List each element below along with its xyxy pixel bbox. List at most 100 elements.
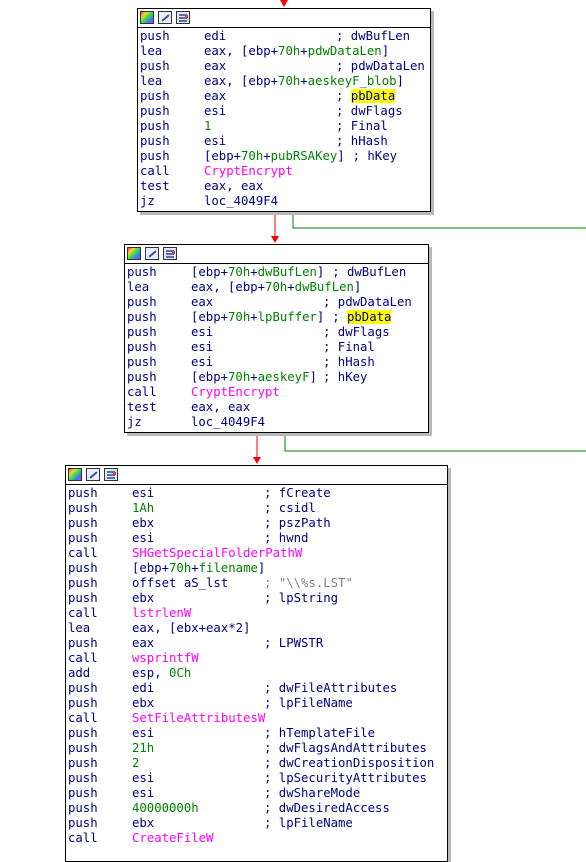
instruction-line[interactable]: push esi ; dwFlags: [127, 325, 428, 340]
operand: [ebp+70h+aeskeyF]: [191, 370, 317, 384]
instruction-line[interactable]: push eax ; pdwDataLen: [140, 59, 430, 74]
instruction-line[interactable]: push edi ; dwBufLen: [140, 29, 430, 44]
comment: ; dwFlagsAndAttributes: [264, 741, 427, 755]
instruction-line[interactable]: push [ebp+70h+pubRSAKey] ; hKey: [140, 149, 430, 164]
comment: ; dwFileAttributes: [264, 681, 398, 695]
instruction-line[interactable]: call SetFileAttributesW: [68, 711, 447, 726]
comment: ; hwnd: [264, 531, 309, 545]
mnemonic: test: [127, 400, 157, 414]
mnemonic: add: [68, 666, 91, 680]
graph-overview-icon[interactable]: [127, 247, 141, 260]
code-block-1[interactable]: push edi ; dwBufLen lea eax, [ebp+70h+pdwDat…: [137, 8, 431, 212]
mnemonic: push: [68, 486, 98, 500]
mnemonic: jz: [127, 415, 142, 429]
instruction-line[interactable]: push ebx ; lpString: [68, 591, 447, 606]
instruction-line[interactable]: push esi ; hHash: [140, 134, 430, 149]
instruction-line[interactable]: push [ebp+70h+aeskeyF] ; hKey: [127, 370, 428, 385]
edit-block-icon[interactable]: [86, 468, 100, 481]
mnemonic: call: [68, 651, 98, 665]
instruction-line[interactable]: push esi ; hHash: [127, 355, 428, 370]
instruction-line[interactable]: call CreateFileW: [68, 831, 447, 846]
instruction-line[interactable]: add esp, 0Ch: [68, 666, 447, 681]
instruction-line[interactable]: push esi ; Final: [127, 340, 428, 355]
code-block-2[interactable]: push [ebp+70h+dwBufLen] ; dwBufLen lea eax, …: [124, 244, 429, 433]
mnemonic: push: [68, 576, 98, 590]
instruction-line[interactable]: call lstrlenW: [68, 606, 447, 621]
operand: [ebp+70h+filename]: [132, 561, 266, 575]
instruction-line[interactable]: lea eax, [ebp+70h+pdwDataLen]: [140, 44, 430, 59]
comment: ; dwFlags: [336, 104, 403, 118]
instruction-line[interactable]: push ebx ; lpFileName: [68, 816, 447, 831]
operand: offset aS_lst: [132, 576, 229, 590]
instruction-line[interactable]: push ebx ; pszPath: [68, 516, 447, 531]
instruction-line[interactable]: push [ebp+70h+dwBufLen] ; dwBufLen: [127, 265, 428, 280]
instruction-line[interactable]: push 40000000h ; dwDesiredAccess: [68, 801, 447, 816]
instruction-line[interactable]: push esi ; dwShareMode: [68, 786, 447, 801]
instruction-line[interactable]: call SHGetSpecialFolderPathW: [68, 546, 447, 561]
instruction-line[interactable]: jz loc_4049F4: [127, 415, 428, 430]
instruction-line[interactable]: push 1 ; Final: [140, 119, 430, 134]
instruction-line[interactable]: push esi ; dwFlags: [140, 104, 430, 119]
instruction-line[interactable]: push esi ; hTemplateFile: [68, 726, 447, 741]
comment: ; dwFlags: [323, 325, 390, 339]
edit-block-icon[interactable]: [158, 11, 172, 24]
comment: ; pszPath: [264, 516, 331, 530]
instruction-line[interactable]: push [ebp+70h+filename]: [68, 561, 447, 576]
operand: eax: [191, 295, 214, 309]
code-block-3[interactable]: push esi ; fCreate push 1Ah ; csidl push ebx ; p…: [65, 465, 448, 862]
instruction-line[interactable]: push eax ; LPWSTR: [68, 636, 447, 651]
instruction-line[interactable]: test eax, eax: [127, 400, 428, 415]
instruction-list: push esi ; fCreate push 1Ah ; csidl push ebx ; p…: [66, 485, 447, 848]
mnemonic: push: [140, 149, 170, 163]
mnemonic: lea: [127, 280, 150, 294]
operand: esp, 0Ch: [132, 666, 192, 680]
text-view-icon[interactable]: [104, 468, 118, 481]
operand: eax, [ebp+70h+aeskeyF_blob]: [204, 74, 404, 88]
operand: eax, eax: [204, 179, 264, 193]
operand: ebx: [132, 816, 155, 830]
instruction-line[interactable]: push 21h ; dwFlagsAndAttributes: [68, 741, 447, 756]
comment: ; lpFileName: [264, 696, 353, 710]
instruction-line[interactable]: push 1Ah ; csidl: [68, 501, 447, 516]
comment: ; LPWSTR: [264, 636, 324, 650]
mnemonic: call: [140, 164, 170, 178]
instruction-line[interactable]: push [ebp+70h+lpBuffer] ; pbData: [127, 310, 428, 325]
text-view-icon[interactable]: [163, 247, 177, 260]
instruction-line[interactable]: push ebx ; lpFileName: [68, 696, 447, 711]
text-view-icon[interactable]: [176, 11, 190, 24]
mnemonic: push: [68, 561, 98, 575]
edge-block1-true: [292, 213, 586, 229]
mnemonic: push: [68, 636, 98, 650]
operand: eax, eax: [191, 400, 251, 414]
mnemonic: test: [140, 179, 170, 193]
instruction-line[interactable]: push eax ; pdwDataLen: [127, 295, 428, 310]
graph-overview-icon[interactable]: [68, 468, 82, 481]
operand: [ebp+70h+lpBuffer]: [191, 310, 325, 324]
operand: lstrlenW: [132, 606, 192, 620]
instruction-line[interactable]: push 2 ; dwCreationDisposition: [68, 756, 447, 771]
instruction-line[interactable]: push offset aS_lst ; "\\%s.LST": [68, 576, 447, 591]
mnemonic: push: [127, 325, 157, 339]
instruction-line[interactable]: test eax, eax: [140, 179, 430, 194]
mnemonic: push: [140, 119, 170, 133]
edge-block2-true: [284, 434, 586, 452]
graph-overview-icon[interactable]: [140, 11, 154, 24]
instruction-line[interactable]: push esi ; fCreate: [68, 486, 447, 501]
instruction-line[interactable]: call wsprintfW: [68, 651, 447, 666]
mnemonic: push: [127, 295, 157, 309]
operand: SHGetSpecialFolderPathW: [132, 546, 303, 560]
instruction-line[interactable]: lea eax, [ebx+eax*2]: [68, 621, 447, 636]
instruction-line[interactable]: push edi ; dwFileAttributes: [68, 681, 447, 696]
instruction-line[interactable]: lea eax, [ebp+70h+aeskeyF_blob]: [140, 74, 430, 89]
operand: esi: [191, 355, 214, 369]
instruction-line[interactable]: call CryptEncrypt: [127, 385, 428, 400]
instruction-line[interactable]: push eax ; pbData: [140, 89, 430, 104]
comment: ; csidl: [264, 501, 316, 515]
instruction-line[interactable]: push esi ; lpSecurityAttributes: [68, 771, 447, 786]
instruction-line[interactable]: jz loc_4049F4: [140, 194, 430, 209]
edit-block-icon[interactable]: [145, 247, 159, 260]
mnemonic: push: [140, 104, 170, 118]
instruction-line[interactable]: call CryptEncrypt: [140, 164, 430, 179]
instruction-line[interactable]: lea eax, [ebp+70h+dwBufLen]: [127, 280, 428, 295]
instruction-line[interactable]: push esi ; hwnd: [68, 531, 447, 546]
